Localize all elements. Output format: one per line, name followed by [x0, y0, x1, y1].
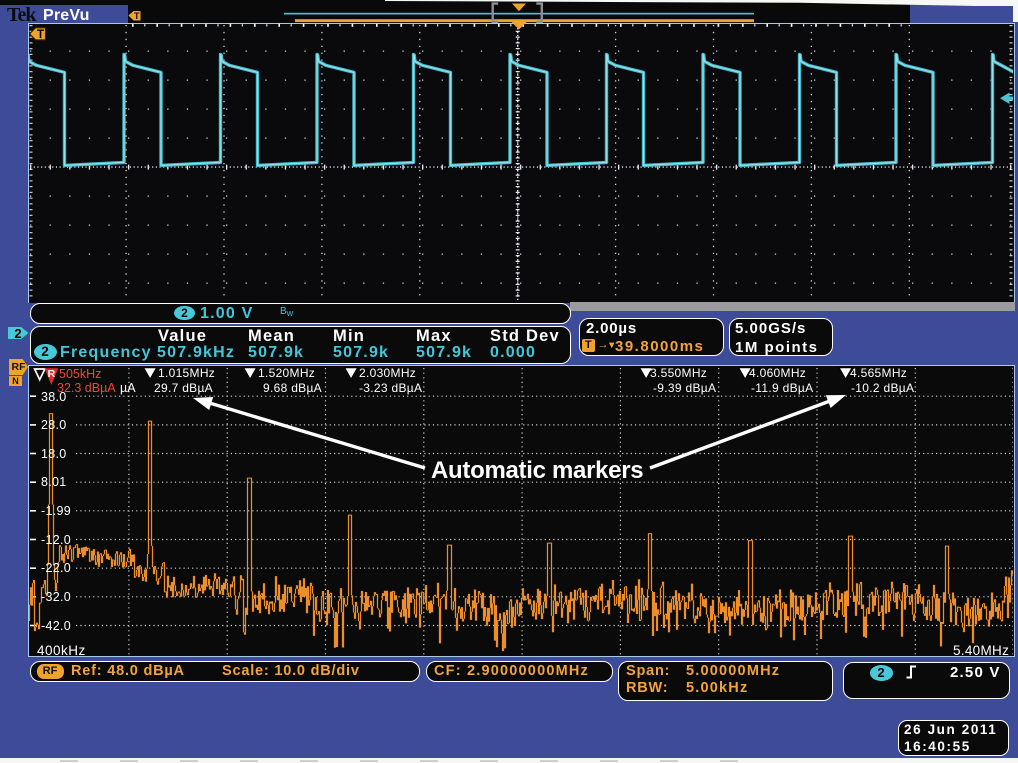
svg-text:T: T — [134, 11, 140, 21]
